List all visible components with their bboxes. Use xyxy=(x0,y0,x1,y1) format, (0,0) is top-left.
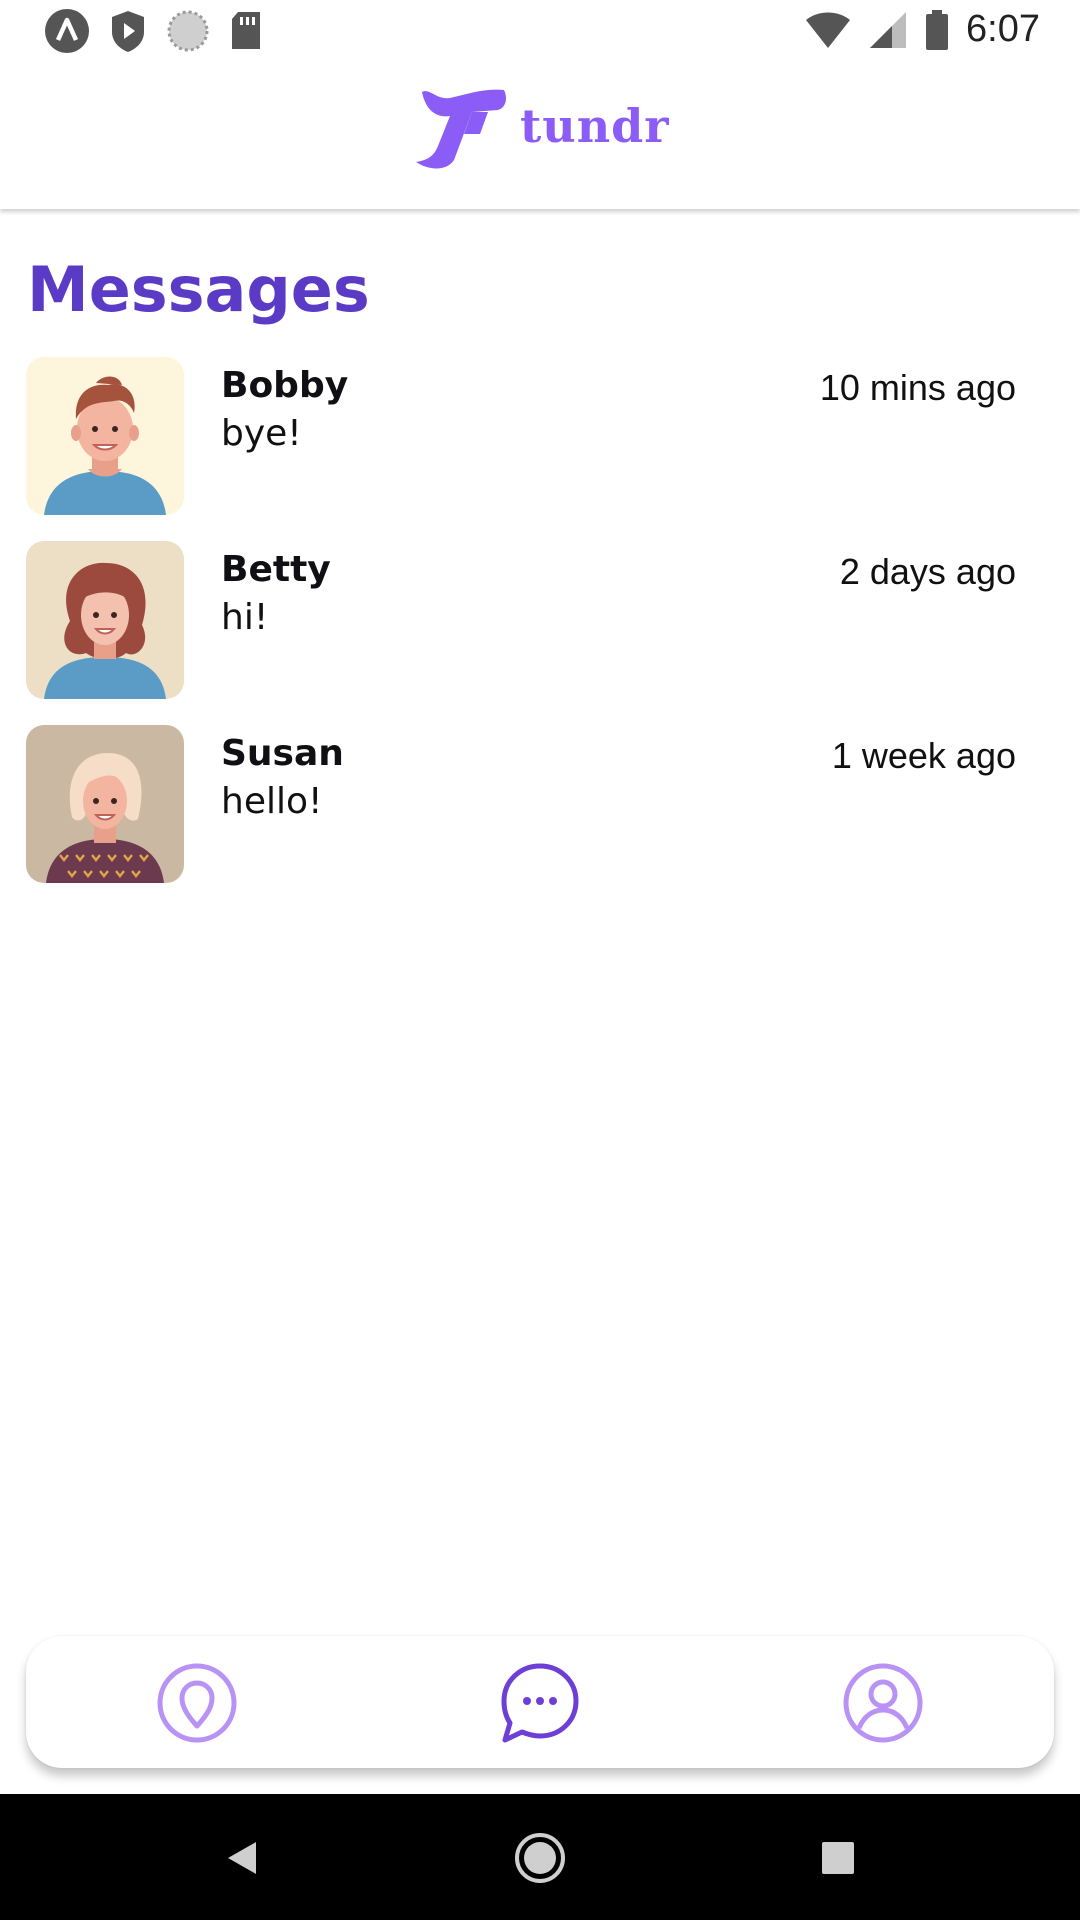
conversation-name: Betty xyxy=(221,549,331,590)
recents-button[interactable] xyxy=(810,1830,866,1886)
status-bar: 6:07 xyxy=(0,0,1080,64)
back-icon xyxy=(228,1842,256,1874)
logo-wordmark: tundr xyxy=(520,99,670,153)
conversation-list: Bobby bye! 10 mins ago Betty hi! 2 days … xyxy=(0,355,1080,907)
conversation-last-message: hello! xyxy=(221,781,323,822)
conversation-name: Bobby xyxy=(221,365,349,406)
home-icon xyxy=(515,1833,565,1883)
profile-icon xyxy=(843,1663,923,1743)
avatar-bobby-icon xyxy=(26,357,184,515)
tundr-logo-icon xyxy=(416,89,506,169)
page-title: Messages xyxy=(27,253,370,326)
conversation-time: 10 mins ago xyxy=(819,367,1016,408)
conversation-item-susan[interactable]: Susan hello! 1 week ago xyxy=(0,723,1080,907)
tab-messages[interactable] xyxy=(499,1662,581,1744)
avatar-susan-icon xyxy=(26,725,184,883)
back-button[interactable] xyxy=(214,1830,270,1886)
app-icon xyxy=(45,9,89,53)
app-header: tundr xyxy=(0,64,1080,209)
tab-map[interactable] xyxy=(156,1662,238,1744)
avatar-betty-icon xyxy=(26,541,184,699)
conversation-time: 2 days ago xyxy=(839,551,1016,592)
tundr-logo: tundr xyxy=(410,76,670,176)
recents-icon xyxy=(822,1842,854,1874)
shield-play-icon xyxy=(112,11,144,52)
loading-icon xyxy=(167,10,209,52)
map-pin-icon xyxy=(157,1663,237,1743)
bottom-tab-bar xyxy=(26,1636,1054,1768)
sd-card-icon xyxy=(232,12,260,49)
conversation-time: 1 week ago xyxy=(831,735,1016,776)
tab-profile[interactable] xyxy=(842,1662,924,1744)
system-icons: 6:07 xyxy=(804,8,1040,51)
conversation-last-message: bye! xyxy=(221,413,302,454)
status-time: 6:07 xyxy=(966,8,1040,50)
wifi-icon xyxy=(806,12,851,48)
signal-icon xyxy=(870,11,907,48)
conversation-last-message: hi! xyxy=(221,597,269,638)
conversation-item-bobby[interactable]: Bobby bye! 10 mins ago xyxy=(0,355,1080,539)
notification-icons xyxy=(44,8,264,54)
home-button[interactable] xyxy=(512,1830,568,1886)
chat-bubble-icon xyxy=(501,1663,579,1743)
system-nav-bar xyxy=(0,1794,1080,1920)
conversation-name: Susan xyxy=(221,733,344,774)
conversation-item-betty[interactable]: Betty hi! 2 days ago xyxy=(0,539,1080,723)
battery-icon xyxy=(926,9,949,50)
